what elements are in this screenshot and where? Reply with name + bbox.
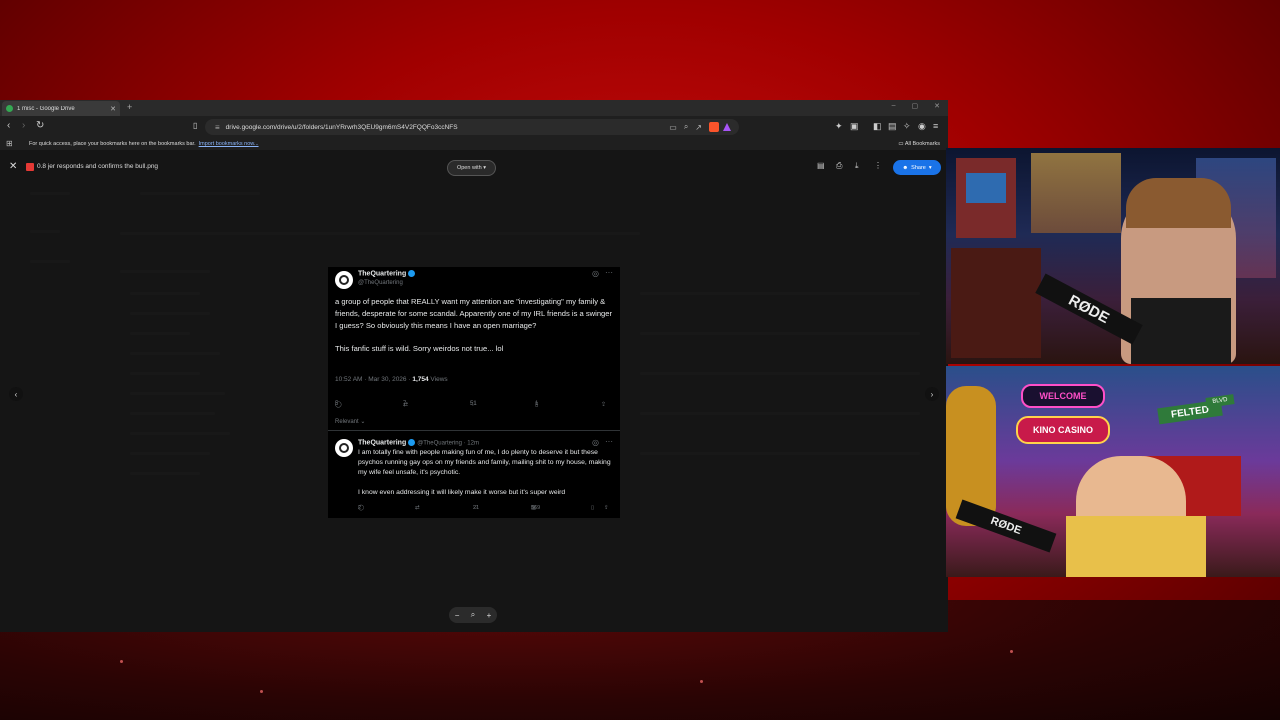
tweet-actions: ◯ 5 ⇄ 7 ♡ 51 ▯ 1 ⇪ — [335, 401, 607, 408]
extensions-icon[interactable]: ✦ — [835, 121, 843, 132]
vpn-icon[interactable]: ◉ — [918, 121, 926, 132]
file-preview-viewer: ✕ 0.8 jer responds and confirms the bull… — [0, 150, 948, 632]
reply-actions: ◯ 2 ⇄ ♡ 21 ▥ 569 ▯ ⇪ — [358, 505, 609, 511]
apps-grid-icon[interactable]: ⊞ — [6, 140, 13, 148]
viewer-toolbar: ✕ 0.8 jer responds and confirms the bull… — [0, 150, 948, 184]
retweet-icon: ⇄ — [415, 505, 420, 511]
city-lights — [1031, 153, 1121, 233]
yellow-shirt — [1066, 516, 1206, 577]
sort-relevant: Relevant ⌄ — [335, 419, 366, 425]
sidebar-icon[interactable]: ▣ — [850, 121, 859, 132]
browser-window: 1 misc - Google Drive ✕ + – ▢ ✕ ‹ › ↻ ▯ … — [0, 100, 948, 632]
reply-body: I am totally fine with people making fun… — [358, 449, 611, 476]
leo-icon[interactable]: ✧ — [903, 121, 911, 132]
bookmark-icon[interactable]: ▯ — [193, 121, 197, 131]
nav-bar: ‹ › ↻ ▯ ≡ drive.google.com/drive/u/2/fol… — [0, 116, 948, 138]
avatar — [335, 271, 353, 289]
print-icon[interactable]: ⎙ — [836, 161, 842, 171]
close-window-button[interactable]: ✕ — [934, 102, 940, 110]
zoom-icon[interactable]: ⌕ — [684, 122, 688, 132]
menu-icon[interactable]: ≡ — [933, 121, 938, 131]
previous-file-button[interactable]: ‹ — [9, 387, 23, 401]
zoom-in-button[interactable]: + — [487, 611, 492, 620]
spark — [120, 660, 123, 663]
download-icon[interactable]: ⤓ — [855, 161, 859, 171]
tweet-author-name: TheQuartering — [358, 270, 416, 277]
zoom-out-button[interactable]: − — [455, 611, 460, 620]
image-file-icon — [26, 163, 34, 171]
new-tab-button[interactable]: + — [127, 102, 132, 112]
share-button[interactable]: ☻ Share ▾ — [893, 160, 941, 175]
desk — [951, 248, 1041, 358]
bookmark-icon: ▯ — [591, 505, 595, 511]
bookmarks-bar: ⊞ For quick access, place your bookmarks… — [0, 138, 948, 150]
welcome-sign: WELCOME — [1021, 384, 1105, 408]
drive-favicon-icon — [6, 105, 13, 112]
back-icon[interactable]: ‹ — [7, 121, 10, 131]
reload-icon[interactable]: ↻ — [36, 121, 44, 131]
more-icon: ··· — [605, 437, 613, 446]
close-preview-icon[interactable]: ✕ — [9, 161, 17, 172]
site-info-icon[interactable]: ≡ — [215, 123, 220, 132]
tank-top — [1131, 298, 1231, 364]
all-bookmarks-button[interactable]: ▭ All Bookmarks — [898, 141, 940, 147]
tab-title: 1 misc - Google Drive — [17, 105, 75, 112]
reply-body-2: I know even addressing it will likely ma… — [358, 489, 566, 496]
spark — [260, 690, 263, 693]
tab-google-drive[interactable]: 1 misc - Google Drive ✕ — [2, 101, 120, 116]
import-bookmarks-link[interactable]: Import bookmarks now... — [199, 141, 259, 147]
webcam-host: RØDE — [946, 148, 1280, 364]
share-tweet-icon: ⇪ — [601, 402, 607, 408]
webcam-cohost: WELCOME KINO CASINO FELTED BLVD RØDE — [946, 366, 1280, 577]
bookmarks-hint: For quick access, place your bookmarks h… — [29, 141, 259, 147]
url-text: drive.google.com/drive/u/2/folders/1unYR… — [225, 123, 458, 131]
share-tweet-icon: ⇪ — [604, 505, 609, 511]
tab-close-icon[interactable]: ✕ — [110, 105, 116, 113]
more-options-icon[interactable]: ⋮ — [874, 161, 882, 170]
forward-icon[interactable]: › — [22, 121, 25, 131]
arcade-screen — [966, 173, 1006, 203]
brave-shields-icon[interactable] — [709, 122, 719, 132]
reply-author: TheQuartering @TheQuartering · 12m — [358, 439, 479, 447]
comment-icon[interactable]: ▤ — [817, 161, 825, 170]
spark — [1010, 650, 1013, 653]
address-bar[interactable]: ≡ drive.google.com/drive/u/2/folders/1un… — [205, 119, 739, 135]
casino-sign: KINO CASINO — [1016, 416, 1110, 444]
tweet-author-handle: @TheQuartering — [358, 280, 403, 286]
tweet-body: a group of people that REALLY want my at… — [335, 297, 613, 353]
open-with-button[interactable]: Open with ▾ — [447, 160, 496, 176]
cast-icon[interactable]: ▭ — [669, 123, 677, 132]
verified-icon — [408, 270, 416, 277]
zoom-controls: − ⌕ + — [449, 607, 497, 623]
street-sign-blvd: BLVD — [1205, 394, 1235, 408]
file-name: 0.8 jer responds and confirms the bull.p… — [37, 163, 159, 170]
wallet-icon[interactable]: ▤ — [888, 121, 897, 132]
maximize-button[interactable]: ▢ — [912, 102, 919, 110]
tweet-meta: 10:52 AM · Mar 30, 2026 · 1,754 Views — [335, 376, 448, 383]
hat — [1126, 178, 1231, 228]
more-icon: ··· — [605, 268, 613, 277]
tab-bar: 1 misc - Google Drive ✕ + – ▢ ✕ — [0, 100, 948, 116]
minimize-button[interactable]: – — [892, 102, 896, 110]
grok-icon: ◎ — [592, 438, 599, 447]
spark — [700, 680, 703, 683]
window-controls: – ▢ ✕ — [892, 102, 940, 110]
people-icon: ☻ — [902, 164, 909, 171]
reply-avatar — [335, 439, 353, 457]
brave-rewards-icon[interactable] — [723, 123, 731, 131]
verified-icon — [408, 439, 416, 446]
split-view-icon[interactable]: ◧ — [873, 121, 882, 132]
zoom-icon: ⌕ — [470, 610, 476, 619]
next-file-button[interactable]: › — [925, 387, 939, 401]
divider — [328, 430, 620, 431]
share-page-icon[interactable]: ↗ — [695, 123, 702, 132]
microphone: RØDE — [955, 499, 1057, 553]
grok-icon: ◎ — [592, 269, 599, 278]
tweet-image: TheQuartering @TheQuartering ◎ ··· a gro… — [328, 267, 620, 518]
